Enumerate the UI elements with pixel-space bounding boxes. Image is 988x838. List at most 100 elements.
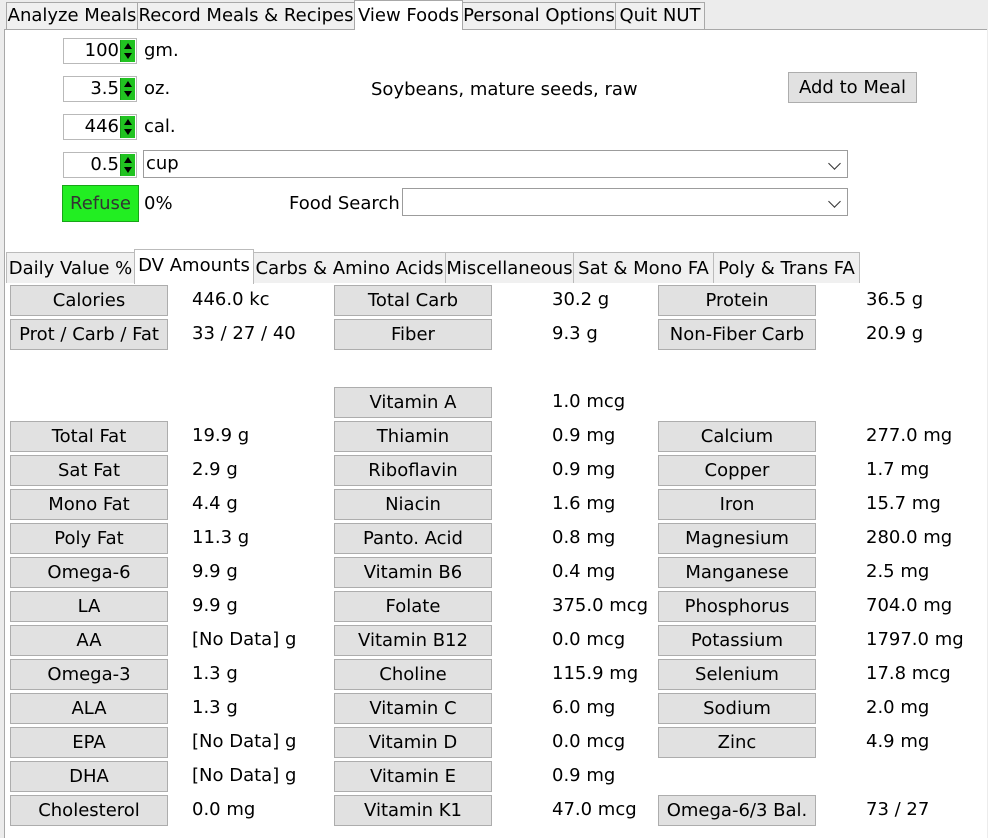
nutrient-button-selenium[interactable]: Selenium xyxy=(658,659,816,690)
grams-spinner[interactable]: 100 xyxy=(63,38,137,64)
nutrient-button-vitamin-b12[interactable]: Vitamin B12 xyxy=(334,625,492,656)
nutrient-button-thiamin[interactable]: Thiamin xyxy=(334,421,492,452)
nutrient-button-zinc[interactable]: Zinc xyxy=(658,727,816,758)
nutrient-button-omega-3[interactable]: Omega-3 xyxy=(10,659,168,690)
nutrient-value-prot-carb-fat: 33 / 27 / 40 xyxy=(192,323,296,344)
nutrient-button-iron[interactable]: Iron xyxy=(658,489,816,520)
nutrient-button-folate[interactable]: Folate xyxy=(334,591,492,622)
nutrient-button-omega-6[interactable]: Omega-6 xyxy=(10,557,168,588)
nutrient-button-ala[interactable]: ALA xyxy=(10,693,168,724)
nutrient-button-calcium[interactable]: Calcium xyxy=(658,421,816,452)
nutrient-value-dha: [No Data] g xyxy=(192,765,297,786)
nutrient-button-cholesterol[interactable]: Cholesterol xyxy=(10,795,168,826)
nutrient-button-aa[interactable]: AA xyxy=(10,625,168,656)
add-to-meal-button[interactable]: Add to Meal xyxy=(788,72,917,103)
tab-record-meals[interactable]: Record Meals & Recipes xyxy=(137,2,355,29)
nutrient-button-manganese[interactable]: Manganese xyxy=(658,557,816,588)
food-name: Soybeans, mature seeds, raw xyxy=(371,79,638,100)
chevron-down-icon xyxy=(828,157,841,170)
nutrient-button-vitamin-k1[interactable]: Vitamin K1 xyxy=(334,795,492,826)
nutrient-value-calories: 446.0 kc xyxy=(192,289,270,310)
tab-miscellaneous[interactable]: Miscellaneous xyxy=(445,252,574,283)
serving-unit-select[interactable]: cup xyxy=(143,150,848,178)
spinner-arrows-icon[interactable] xyxy=(120,40,135,62)
nutrient-button-poly-fat[interactable]: Poly Fat xyxy=(10,523,168,554)
nutrient-button-calories[interactable]: Calories xyxy=(10,285,168,316)
calories-value: 446 xyxy=(84,116,119,137)
nutrient-button-omega-6-3-bal[interactable]: Omega-6/3 Bal. xyxy=(658,795,816,826)
chevron-down-icon xyxy=(828,195,841,208)
nutrient-value-iron: 15.7 mg xyxy=(866,493,941,514)
nutrient-button-panto-acid[interactable]: Panto. Acid xyxy=(334,523,492,554)
nutrient-button-vitamin-a[interactable]: Vitamin A xyxy=(334,387,492,418)
nutrient-value-vitamin-b12: 0.0 mcg xyxy=(552,629,626,650)
nutrient-button-vitamin-c[interactable]: Vitamin C xyxy=(334,693,492,724)
nutrient-value-panto-acid: 0.8 mg xyxy=(552,527,616,548)
nutrient-button-niacin[interactable]: Niacin xyxy=(334,489,492,520)
nutrient-button-choline[interactable]: Choline xyxy=(334,659,492,690)
spinner-arrows-icon[interactable] xyxy=(120,116,135,138)
nutrient-button-mono-fat[interactable]: Mono Fat xyxy=(10,489,168,520)
ounces-unit: oz. xyxy=(144,78,171,99)
nutrient-button-dha[interactable]: DHA xyxy=(10,761,168,792)
nutrient-button-total-carb[interactable]: Total Carb xyxy=(334,285,492,316)
servings-spinner[interactable]: 0.5 xyxy=(63,152,137,178)
nutrient-button-magnesium[interactable]: Magnesium xyxy=(658,523,816,554)
nutrient-value-omega-6-3-bal: 73 / 27 xyxy=(866,799,930,820)
tab-daily-value-percent[interactable]: Daily Value % xyxy=(6,252,135,283)
nutrient-value-protein: 36.5 g xyxy=(866,289,924,310)
nutrient-value-magnesium: 280.0 mg xyxy=(866,527,953,548)
nutrient-value-choline: 115.9 mg xyxy=(552,663,639,684)
tab-personal-options[interactable]: Personal Options xyxy=(462,2,616,29)
ounces-spinner[interactable]: 3.5 xyxy=(63,76,137,102)
tab-carbs-amino-acids[interactable]: Carbs & Amino Acids xyxy=(253,252,446,283)
tab-quit-nut[interactable]: Quit NUT xyxy=(615,2,705,29)
nutrient-button-vitamin-d[interactable]: Vitamin D xyxy=(334,727,492,758)
nutrient-button-protein[interactable]: Protein xyxy=(658,285,816,316)
nutrient-value-non-fiber-carb: 20.9 g xyxy=(866,323,924,344)
tab-sat-mono-fa[interactable]: Sat & Mono FA xyxy=(573,252,714,283)
refuse-button[interactable]: Refuse xyxy=(62,185,139,222)
nutrient-value-aa: [No Data] g xyxy=(192,629,297,650)
nutrient-button-sodium[interactable]: Sodium xyxy=(658,693,816,724)
nutrient-value-vitamin-c: 6.0 mg xyxy=(552,697,616,718)
tab-dv-amounts[interactable]: DV Amounts xyxy=(134,249,254,284)
nutrient-button-phosphorus[interactable]: Phosphorus xyxy=(658,591,816,622)
nutrient-button-total-fat[interactable]: Total Fat xyxy=(10,421,168,452)
nutrient-button-epa[interactable]: EPA xyxy=(10,727,168,758)
nutrient-value-vitamin-k1: 47.0 mcg xyxy=(552,799,637,820)
food-search-input[interactable] xyxy=(402,188,848,216)
nutrient-value-mono-fat: 4.4 g xyxy=(192,493,238,514)
nutrient-button-vitamin-e[interactable]: Vitamin E xyxy=(334,761,492,792)
nutrient-value-folate: 375.0 mcg xyxy=(552,595,649,616)
ounces-value: 3.5 xyxy=(90,78,119,99)
calories-unit: cal. xyxy=(144,116,176,137)
grams-unit: gm. xyxy=(144,40,179,61)
nutrient-button-riboflavin[interactable]: Riboflavin xyxy=(334,455,492,486)
tab-poly-trans-fa[interactable]: Poly & Trans FA xyxy=(713,252,860,283)
nutrient-button-copper[interactable]: Copper xyxy=(658,455,816,486)
nutrient-value-sat-fat: 2.9 g xyxy=(192,459,238,480)
nutrient-value-cholesterol: 0.0 mg xyxy=(192,799,256,820)
nutrient-value-sodium: 2.0 mg xyxy=(866,697,930,718)
spinner-arrows-icon[interactable] xyxy=(120,154,135,176)
nutrient-button-potassium[interactable]: Potassium xyxy=(658,625,816,656)
nutrient-value-la: 9.9 g xyxy=(192,595,238,616)
tab-analyze-meals[interactable]: Analyze Meals xyxy=(6,2,138,29)
nutrient-button-la[interactable]: LA xyxy=(10,591,168,622)
nutrient-value-total-carb: 30.2 g xyxy=(552,289,610,310)
nutrient-button-sat-fat[interactable]: Sat Fat xyxy=(10,455,168,486)
nutrient-button-vitamin-b6[interactable]: Vitamin B6 xyxy=(334,557,492,588)
tab-view-foods[interactable]: View Foods xyxy=(354,0,463,30)
nutrient-button-non-fiber-carb[interactable]: Non-Fiber Carb xyxy=(658,319,816,350)
nutrient-value-phosphorus: 704.0 mg xyxy=(866,595,953,616)
nutrient-value-copper: 1.7 mg xyxy=(866,459,930,480)
nutrient-value-ala: 1.3 g xyxy=(192,697,238,718)
nutrient-value-calcium: 277.0 mg xyxy=(866,425,953,446)
nutrient-button-prot-carb-fat[interactable]: Prot / Carb / Fat xyxy=(10,319,168,350)
serving-unit-value: cup xyxy=(146,153,179,174)
nutrient-value-epa: [No Data] g xyxy=(192,731,297,752)
calories-spinner[interactable]: 446 xyxy=(63,114,137,140)
spinner-arrows-icon[interactable] xyxy=(120,78,135,100)
nutrient-button-fiber[interactable]: Fiber xyxy=(334,319,492,350)
